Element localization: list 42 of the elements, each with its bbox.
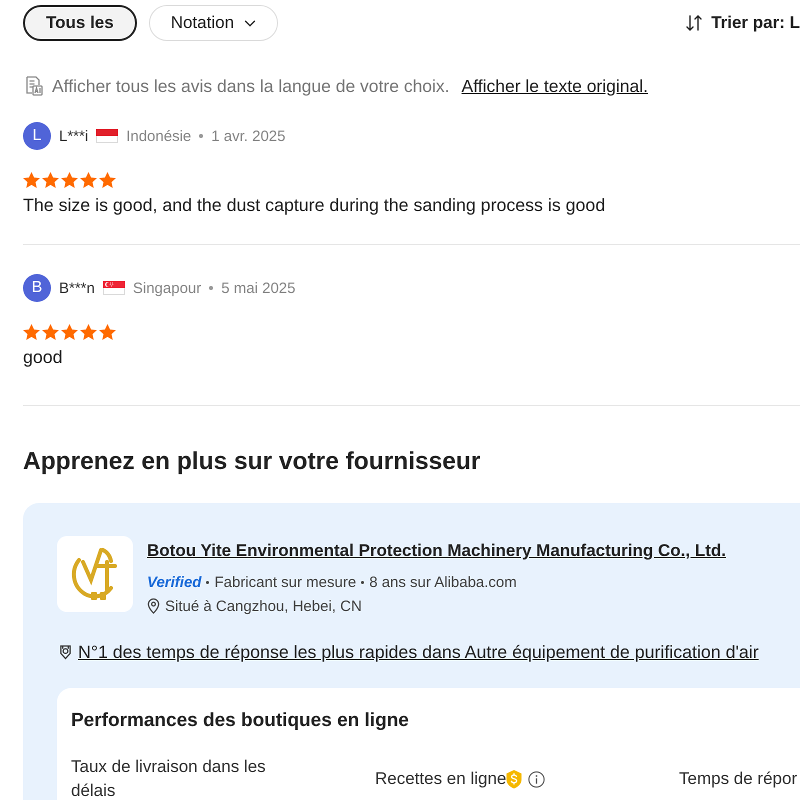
reviewer-name: B***n (59, 280, 95, 296)
star-icon (23, 324, 40, 340)
star-icon (99, 172, 116, 188)
supplier-detail: Fabricant sur mesure (214, 574, 356, 590)
review-date: 5 mai 2025 (221, 280, 296, 296)
star-icon (42, 172, 59, 188)
review-text: good (23, 346, 63, 368)
original-text-link[interactable]: Afficher le texte original. (462, 76, 648, 96)
sort-button[interactable]: Trier par: L (685, 13, 800, 33)
review-country: Indonésie (126, 128, 192, 144)
supplier-detail: 8 ans sur Alibaba.com (369, 574, 517, 590)
medal-icon (59, 644, 72, 660)
review-date: 1 avr. 2025 (211, 128, 286, 144)
review-country: Singapour (132, 280, 202, 296)
metric-label: Recettes en ligne (375, 768, 506, 790)
star-icon (80, 172, 97, 188)
metric-label: Taux de livraison dans les délais (71, 756, 267, 800)
filter-chip[interactable]: Tous les (23, 5, 137, 41)
star-icon (61, 172, 78, 188)
supplier-location: Situé à Cangzhou, Hebei, CN (165, 598, 362, 614)
verified-label: Verified (147, 574, 202, 590)
translation-notice: Afficher tous les avis dans la langue de votre choix. (52, 76, 450, 96)
star-icon (42, 324, 59, 340)
star-icon (61, 324, 78, 340)
metric-label: Temps de répor (679, 768, 798, 790)
star-icon (23, 172, 40, 188)
location-pin-icon (147, 598, 160, 614)
performance-title: Performances des boutiques en ligne (71, 709, 409, 733)
ranking-link[interactable]: N°1 des temps de réponse les plus rapides dans Autre équipement de purification d'air (78, 642, 759, 662)
star-icon (99, 324, 116, 340)
rating-dropdown[interactable]: Notation (148, 5, 278, 41)
section-heading: Apprenez en plus sur votre fournisseur (23, 447, 480, 477)
avatar: B (23, 274, 51, 302)
avatar: L (23, 122, 51, 150)
translate-icon (25, 76, 43, 96)
star-icon (80, 324, 97, 340)
sort-icon (685, 14, 704, 32)
supplier-name-link[interactable]: Botou Yite Environmental Protection Machinery Manufacturing Co., Ltd. (147, 540, 726, 562)
reviewer-name: L***i (59, 128, 88, 144)
info-icon[interactable] (528, 770, 546, 788)
caret-down-icon (244, 20, 256, 26)
review-text: The size is good, and the dust capture during the sanding process is good (23, 194, 606, 216)
